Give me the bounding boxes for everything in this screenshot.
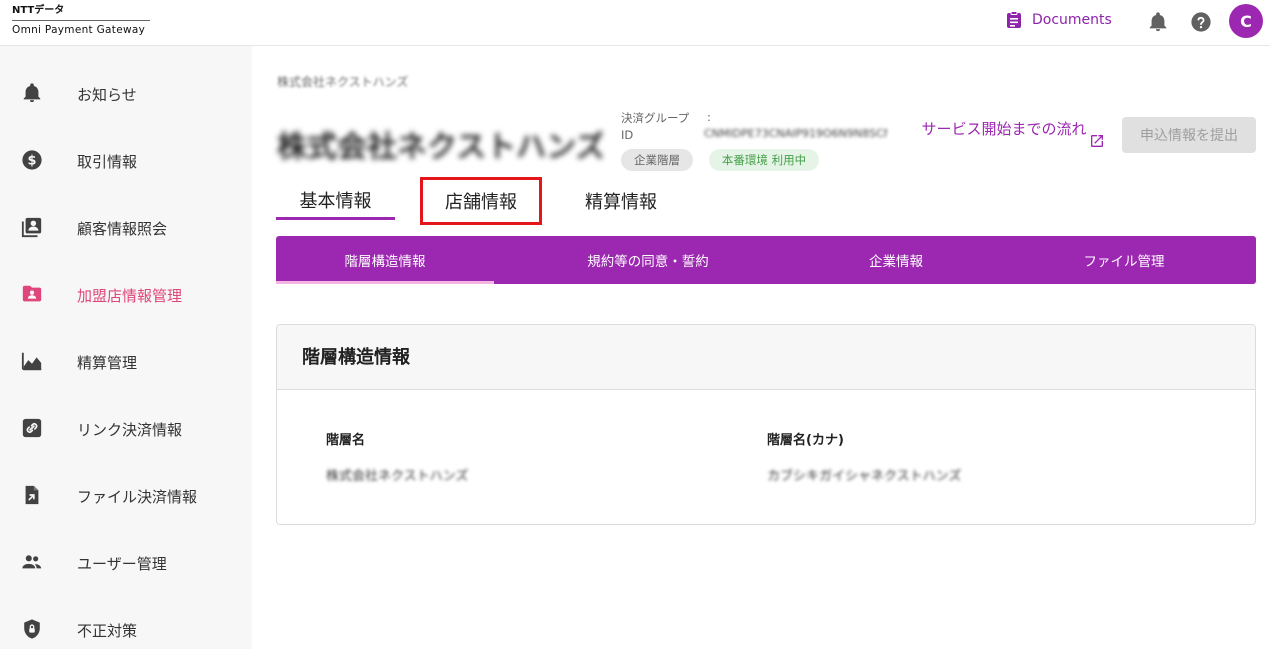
payment-group-id-label: 決済グループID [621,111,690,142]
payment-group-id-colon: : [707,110,711,124]
sidebar: お知らせ $ 取引情報 顧客情報照会 加盟店情報管理 精算管理 リンク決済情報 … [0,46,252,649]
dollar-circle-icon: $ [22,150,42,170]
logo[interactable]: NTTデータ Omni Payment Gateway [12,5,152,36]
external-link-icon[interactable] [1089,133,1105,149]
svg-text:$: $ [28,154,37,169]
hierarchy-name-value: 株式会社ネクストハンズ [326,469,469,483]
subtab-file-management[interactable]: ファイル管理 [1014,236,1234,284]
sidebar-item-file-payment[interactable]: ファイル決済情報 [0,475,252,515]
service-start-flow-link[interactable]: サービス開始までの流れ [920,117,1088,141]
sidebar-item-users[interactable]: ユーザー管理 [0,542,252,582]
sidebar-item-label: 加盟店情報管理 [77,287,183,305]
sidebar-item-settlement[interactable]: 精算管理 [0,341,252,381]
documents-label: Documents [1032,12,1112,28]
tab-basic-info[interactable]: 基本情報 [276,183,395,220]
logo-product: Omni Payment Gateway [12,24,146,36]
subtab-company-info[interactable]: 企業情報 [786,236,1006,284]
card-title: 階層構造情報 [302,347,410,368]
sub-tab-bar: 階層構造情報 規約等の同意・誓約 企業情報 ファイル管理 [276,236,1256,284]
card-header: 階層構造情報 [277,325,1255,390]
submit-application-button[interactable]: 申込情報を提出 [1122,117,1256,153]
shield-lock-icon [24,619,40,639]
environment-status-badge: 本番環境 利用中 [709,149,819,171]
bell-icon [23,83,41,103]
breadcrumb[interactable]: 株式会社ネクストハンズ [277,73,437,89]
hierarchy-level-badge: 企業階層 [621,149,693,171]
sidebar-item-label: 顧客情報照会 [77,220,168,238]
sidebar-item-merchant-management[interactable]: 加盟店情報管理 [0,274,252,314]
sidebar-item-label: お知らせ [77,86,137,104]
area-chart-icon [21,352,42,371]
sidebar-item-label: 取引情報 [77,153,138,171]
documents-link[interactable]: Documents [1006,11,1112,29]
app-header: NTTデータ Omni Payment Gateway Documents C [0,0,1270,46]
link-icon [22,418,42,438]
help-icon[interactable] [1190,11,1212,33]
subtab-hierarchy-structure[interactable]: 階層構造情報 [276,236,494,284]
notification-bell-icon[interactable] [1147,11,1169,33]
logo-divider [12,20,150,21]
sidebar-item-transactions[interactable]: $ 取引情報 [0,140,252,180]
user-avatar[interactable]: C [1229,4,1263,38]
hierarchy-name-label: 階層名 [326,433,366,448]
tab-store-info[interactable]: 店舗情報 [420,177,542,225]
hierarchy-kana-value: カブシキガイシャネクストハンズ [767,469,962,483]
sidebar-item-customers[interactable]: 顧客情報照会 [0,207,252,247]
sidebar-item-label: ファイル決済情報 [77,488,198,506]
subtab-terms-agreement[interactable]: 規約等の同意・誓約 [538,236,758,284]
payment-group-id-value: CNMIDPE73CNAIP919O6N9N8SCNX7 [704,127,887,140]
sidebar-item-link-payment[interactable]: リンク決済情報 [0,408,252,448]
sidebar-item-label: リンク決済情報 [77,421,183,439]
sidebar-item-label: 精算管理 [77,354,138,372]
file-upload-icon [25,485,39,505]
hierarchy-info-card: 階層構造情報 階層名 株式会社ネクストハンズ 階層名(カナ) カブシキガイシャネ… [276,324,1256,525]
folder-user-icon [22,285,42,302]
sidebar-item-fraud-prevention[interactable]: 不正対策 [0,609,252,649]
people-icon [22,555,42,569]
document-icon [1007,11,1021,28]
sidebar-item-notifications[interactable]: お知らせ [0,73,252,113]
contacts-icon [21,217,42,238]
hierarchy-kana-label: 階層名(カナ) [767,433,844,448]
sidebar-item-label: 不正対策 [77,622,138,640]
page-title: 株式会社ネクストハンズ [277,130,602,162]
sidebar-item-label: ユーザー管理 [77,555,167,573]
tab-settlement-info[interactable]: 精算情報 [570,183,672,219]
logo-company: NTTデータ [12,5,65,16]
